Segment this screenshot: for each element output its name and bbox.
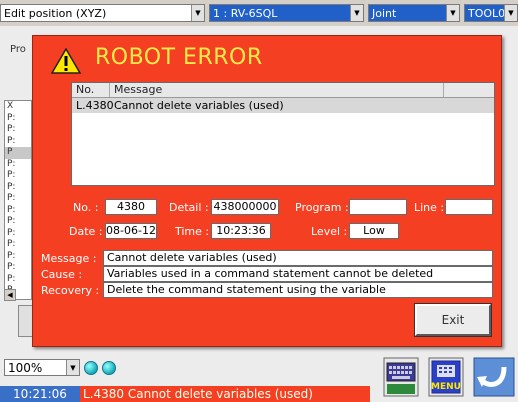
column-header-empty: [444, 83, 494, 97]
list-item[interactable]: X: [5, 101, 31, 113]
back-arrow-icon[interactable]: [473, 357, 515, 397]
column-header-message[interactable]: Message: [110, 83, 444, 97]
list-item[interactable]: P:: [5, 182, 31, 194]
status-indicator-icon[interactable]: [102, 361, 116, 375]
robot-error-dialog: ROBOT ERROR No. Message L.4380 Cannot de…: [32, 35, 502, 347]
error-number-field: 4380: [105, 199, 157, 215]
table-row[interactable]: L.4380 Cannot delete variables (used): [72, 98, 494, 113]
robot-select[interactable]: 1 : RV-6SQL ▼: [209, 4, 364, 22]
detail-label: Detail :: [169, 201, 209, 214]
warning-icon: [51, 48, 81, 74]
list-item[interactable]: P:: [5, 193, 31, 205]
list-item[interactable]: P:: [5, 136, 31, 148]
menu-icon[interactable]: MENU: [428, 357, 464, 397]
list-item[interactable]: P:: [5, 216, 31, 228]
list-item[interactable]: P:: [5, 113, 31, 125]
chevron-down-icon[interactable]: ▼: [350, 5, 363, 21]
time-label: Time :: [175, 225, 210, 238]
list-item[interactable]: P:: [5, 251, 31, 263]
exit-button[interactable]: Exit: [414, 303, 492, 337]
message-field: Cannot delete variables (used): [103, 250, 493, 266]
no-label: No. :: [73, 201, 99, 214]
zoom-select[interactable]: 100% ▼: [4, 359, 80, 376]
program-field: [349, 199, 407, 215]
scroll-left-arrow-icon[interactable]: ◀: [4, 289, 16, 301]
tool-select[interactable]: TOOL0 ▼: [464, 4, 518, 22]
mode-select-value: Edit position (XYZ): [4, 6, 107, 20]
list-item[interactable]: P:: [5, 239, 31, 251]
status-time: 10:21:06: [0, 386, 80, 402]
jog-mode-value: Joint: [372, 6, 397, 20]
error-row-no: L.4380: [76, 99, 114, 112]
list-item[interactable]: P:: [5, 159, 31, 171]
robot-select-value: 1 : RV-6SQL: [213, 6, 278, 20]
chevron-down-icon[interactable]: ▼: [66, 360, 79, 375]
line-label: Line :: [414, 201, 445, 214]
program-label: Program :: [295, 201, 349, 214]
list-item[interactable]: P:: [5, 228, 31, 240]
error-row-message: Cannot delete variables (used): [114, 99, 284, 112]
list-item[interactable]: P:: [5, 170, 31, 182]
list-item[interactable]: P:: [5, 274, 31, 286]
status-indicator-icon[interactable]: [84, 361, 98, 375]
list-item[interactable]: P:: [5, 262, 31, 274]
recovery-label: Recovery :: [41, 284, 100, 297]
dialog-title: ROBOT ERROR: [95, 45, 263, 70]
background-program-label: Pro: [10, 44, 26, 55]
level-label: Level :: [311, 225, 348, 238]
list-item[interactable]: P: [5, 147, 31, 159]
detail-field: 438000000: [211, 199, 279, 215]
time-field: 10:23:36: [211, 223, 271, 239]
jog-mode-select[interactable]: Joint ▼: [368, 4, 460, 22]
chevron-down-icon[interactable]: ▼: [504, 5, 517, 21]
bottom-bar: 100% ▼ 10:21:06 L.4380 Cannot delete var…: [0, 354, 518, 402]
list-item[interactable]: P:: [5, 205, 31, 217]
recovery-field: Delete the command statement using the v…: [103, 282, 493, 298]
level-field: Low: [349, 223, 399, 239]
top-selector-bar: Edit position (XYZ) ▼ 1 : RV-6SQL ▼ Join…: [0, 0, 518, 26]
date-field: 08-06-12: [105, 223, 157, 239]
chevron-down-icon[interactable]: ▼: [446, 5, 459, 21]
date-label: Date :: [69, 225, 103, 238]
message-label: Message :: [41, 252, 97, 265]
cause-field: Variables used in a command statement ca…: [103, 266, 493, 282]
zoom-value: 100%: [8, 360, 43, 375]
svg-text:MENU: MENU: [431, 382, 461, 392]
tool-select-value: TOOL0: [468, 6, 504, 20]
error-table-header: No. Message: [72, 83, 494, 98]
status-error-message[interactable]: L.4380 Cannot delete variables (used): [80, 386, 370, 402]
background-position-list[interactable]: XP:P:P:PP:P:P:P:P:P:P:P:P:P:P:P: [4, 100, 32, 300]
column-header-no[interactable]: No.: [72, 83, 110, 97]
chevron-down-icon[interactable]: ▼: [191, 5, 204, 21]
cause-label: Cause :: [41, 268, 83, 281]
error-table: No. Message L.4380 Cannot delete variabl…: [71, 82, 495, 186]
list-item[interactable]: P:: [5, 124, 31, 136]
mode-select[interactable]: Edit position (XYZ) ▼: [0, 4, 205, 22]
keyboard-icon[interactable]: [383, 357, 419, 397]
line-field: [445, 199, 493, 215]
